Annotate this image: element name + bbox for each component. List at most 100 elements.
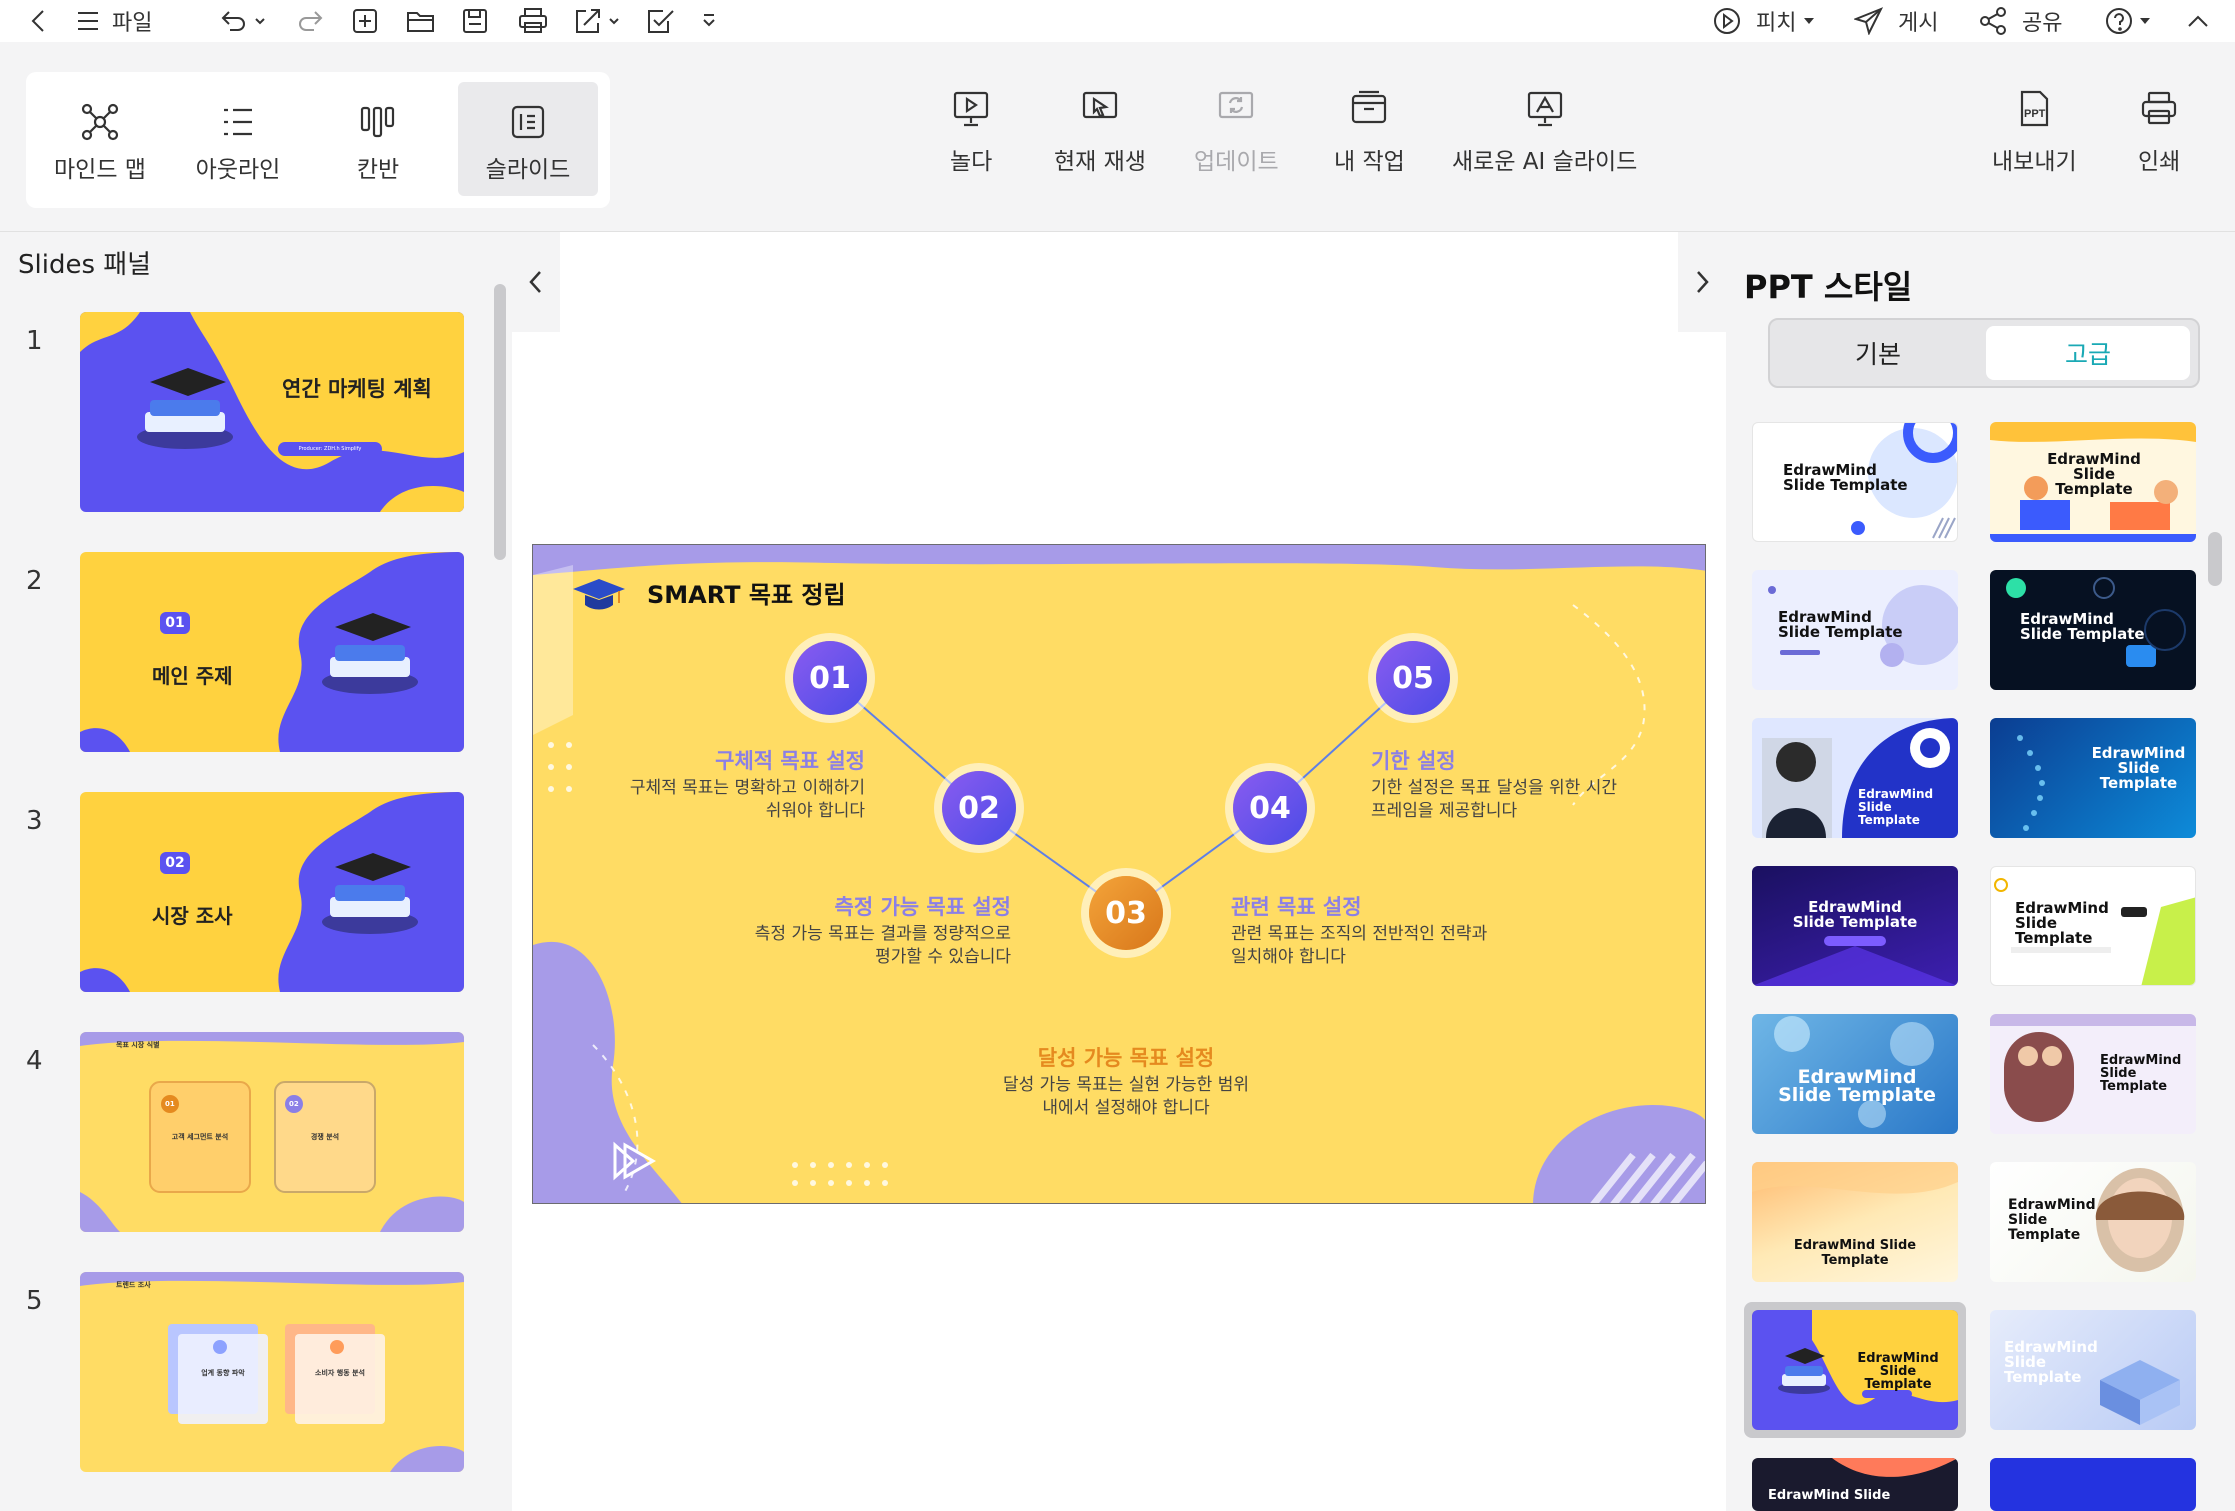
template-thumbnail[interactable]: EdrawMind Slide Template (1990, 1014, 2196, 1134)
step-05-circle: 05 (1376, 641, 1450, 715)
template-thumbnail[interactable]: EdrawMind Slide Template (1752, 570, 1958, 690)
step-04-desc-line2: 일치해야 합니다 (1231, 947, 1346, 967)
presentation-cursor-icon (1082, 91, 1118, 119)
folder-icon (407, 12, 434, 32)
ppt-file-icon: PPT (2021, 90, 2049, 127)
ppt-style-panel: PPT 스타일 기본 고급 EdrawMind Slide Template E… (1726, 232, 2235, 1511)
style-panel-scrollbar[interactable] (2208, 532, 2222, 586)
slide-title: SMART 목표 정립 (647, 581, 846, 609)
save-button[interactable] (462, 4, 488, 38)
my-work-label: 내 작업 (1334, 149, 1405, 175)
slide-thumbnail[interactable]: 연간 마케팅 계획 Producer: ZDH.h Simplify (80, 312, 464, 512)
step-03-circle: 03 (1089, 876, 1163, 950)
current-slide[interactable]: SMART 목표 정립 01 02 03 04 05 구체적 목표 설정 구체적… (532, 544, 1706, 1204)
chevron-left-icon (529, 271, 541, 293)
slide-title-text: 연간 마케팅 계획 (282, 377, 432, 401)
template-thumbnail[interactable]: EdrawMind Slide Template (1990, 422, 2196, 542)
card-badge: 01 (165, 1100, 175, 1108)
template-name: EdrawMind Slide Template (1783, 461, 1908, 494)
slide-number: 5 (26, 1286, 43, 1316)
undo-button[interactable] (220, 4, 266, 38)
slides-panel-scrollbar[interactable] (494, 284, 506, 560)
pitch-button[interactable]: 피치 (1712, 4, 1816, 38)
template-thumbnail[interactable]: EdrawMind Slide Template (1990, 866, 2196, 986)
view-slides-button[interactable]: 슬라이드 (458, 82, 598, 196)
play-button[interactable]: 놀다 (950, 90, 992, 220)
task-check-button[interactable] (646, 4, 676, 38)
template-thumbnail[interactable]: EdrawMind Slide Template (1990, 1162, 2196, 1282)
share-icon (1980, 7, 2006, 35)
slide-number: 2 (26, 566, 43, 596)
step-02-desc-line2: 평가할 수 있습니다 (875, 947, 1011, 967)
view-kanban-button[interactable]: 칸반 (314, 82, 442, 196)
ai-slide-icon (1527, 91, 1562, 127)
slide-thumbnail[interactable]: 트렌드 조사 업계 동향 파악 소비자 행동 분석 (80, 1272, 464, 1472)
export-quick-button[interactable] (574, 4, 620, 38)
template-name: EdrawMind Slide Template (2008, 1197, 2096, 1243)
card-title: 경쟁 분석 (310, 1133, 340, 1141)
new-ai-slide-button[interactable]: 새로운 AI 슬라이드 (1452, 90, 1637, 220)
step-01-circle: 01 (793, 641, 867, 715)
step-04-circle: 04 (1233, 771, 1307, 845)
slide-number: 1 (26, 326, 43, 356)
file-menu-label: 파일 (112, 11, 153, 36)
update-label: 업데이트 (1194, 149, 1279, 175)
export-icon (576, 9, 600, 33)
template-thumbnail[interactable]: EdrawMind Slide Template (1752, 866, 1958, 986)
slide-thumbnail[interactable]: 01 메인 주제 (80, 552, 464, 752)
print-button[interactable]: 인쇄 (2138, 90, 2180, 220)
publish-button[interactable]: 게시 (1854, 4, 1938, 38)
template-name: EdrawMind Slide Template (1857, 1351, 1939, 1392)
template-thumbnail[interactable]: EdrawMind Slide Template (1990, 1310, 2196, 1430)
step-02-circle: 02 (942, 771, 1016, 845)
step-01-desc-line1: 구체적 목표는 명확하고 이해하기 (629, 778, 865, 798)
tab-advanced[interactable]: 고급 (1986, 326, 2190, 380)
template-name: EdrawMind Slide Template (2047, 450, 2141, 498)
collapse-right-panel-button[interactable] (1678, 232, 1726, 332)
slide-thumbnail[interactable]: 02 시장 조사 (80, 792, 464, 992)
template-thumbnail[interactable]: EdrawMind Slide Template (1752, 1014, 1958, 1134)
outline-icon (224, 108, 252, 136)
template-thumbnail[interactable] (1990, 1458, 2196, 1511)
top-toolbar: 파일 피치 게시 공유 (0, 0, 2235, 42)
open-folder-button[interactable] (406, 4, 436, 38)
redo-button[interactable] (296, 4, 324, 38)
pitch-label: 피치 (1756, 11, 1797, 36)
my-work-button[interactable]: 내 작업 (1334, 90, 1405, 220)
view-mindmap-button[interactable]: 마인드 맵 (36, 82, 164, 196)
print-quick-button[interactable] (518, 4, 548, 38)
view-label: 칸반 (356, 157, 400, 183)
template-thumbnail[interactable]: EdrawMind Slide Template (1752, 1162, 1958, 1282)
share-button[interactable]: 공유 (1978, 4, 2062, 38)
template-thumbnail[interactable]: EdrawMind Slide Template (1752, 718, 1958, 838)
template-thumbnail-selected[interactable]: EdrawMind Slide Template (1752, 1310, 1958, 1430)
play-current-button[interactable]: 현재 재생 (1054, 90, 1146, 220)
view-label: 슬라이드 (485, 157, 571, 183)
template-thumbnail[interactable]: EdrawMind Slide Template (1990, 570, 2196, 690)
collapse-left-panel-button[interactable] (512, 232, 560, 332)
step-02-heading: 측정 가능 목표 설정 (834, 895, 1012, 919)
slide-title-text: 메인 주제 (152, 664, 233, 688)
export-button[interactable]: PPT 내보내기 (1992, 90, 2077, 220)
step-01-desc-line2: 쉬워야 합니다 (765, 801, 865, 821)
template-thumbnail[interactable]: EdrawMind Slide (1752, 1458, 1958, 1511)
help-button[interactable] (2104, 4, 2152, 38)
new-file-button[interactable] (352, 4, 378, 38)
slide-header-text: 목표 시장 식별 (116, 1041, 160, 1049)
view-label: 아웃라인 (195, 157, 281, 183)
back-icon[interactable] (28, 4, 50, 38)
template-thumbnail[interactable]: EdrawMind Slide Template (1752, 422, 1958, 542)
template-thumbnail[interactable]: EdrawMind Slide Template (1990, 718, 2196, 838)
update-button[interactable]: 업데이트 (1194, 90, 1279, 220)
template-name: EdrawMind Slide Template (1793, 1238, 1917, 1268)
collapse-ribbon-button[interactable] (2186, 4, 2210, 38)
more-tools-button[interactable] (700, 4, 718, 38)
slide-badge: 01 (160, 612, 190, 634)
menu-button[interactable]: 파일 (76, 4, 152, 38)
tab-basic[interactable]: 기본 (1776, 326, 1980, 380)
view-outline-button[interactable]: 아웃라인 (174, 82, 302, 196)
step-01-heading: 구체적 목표 설정 (715, 749, 865, 773)
play-circle-icon (1714, 8, 1740, 34)
slide-thumbnail[interactable]: 목표 시장 식별 01 02 고객 세그먼트 분석 경쟁 분석 (80, 1032, 464, 1232)
template-name: EdrawMind Slide Template (2020, 610, 2145, 643)
